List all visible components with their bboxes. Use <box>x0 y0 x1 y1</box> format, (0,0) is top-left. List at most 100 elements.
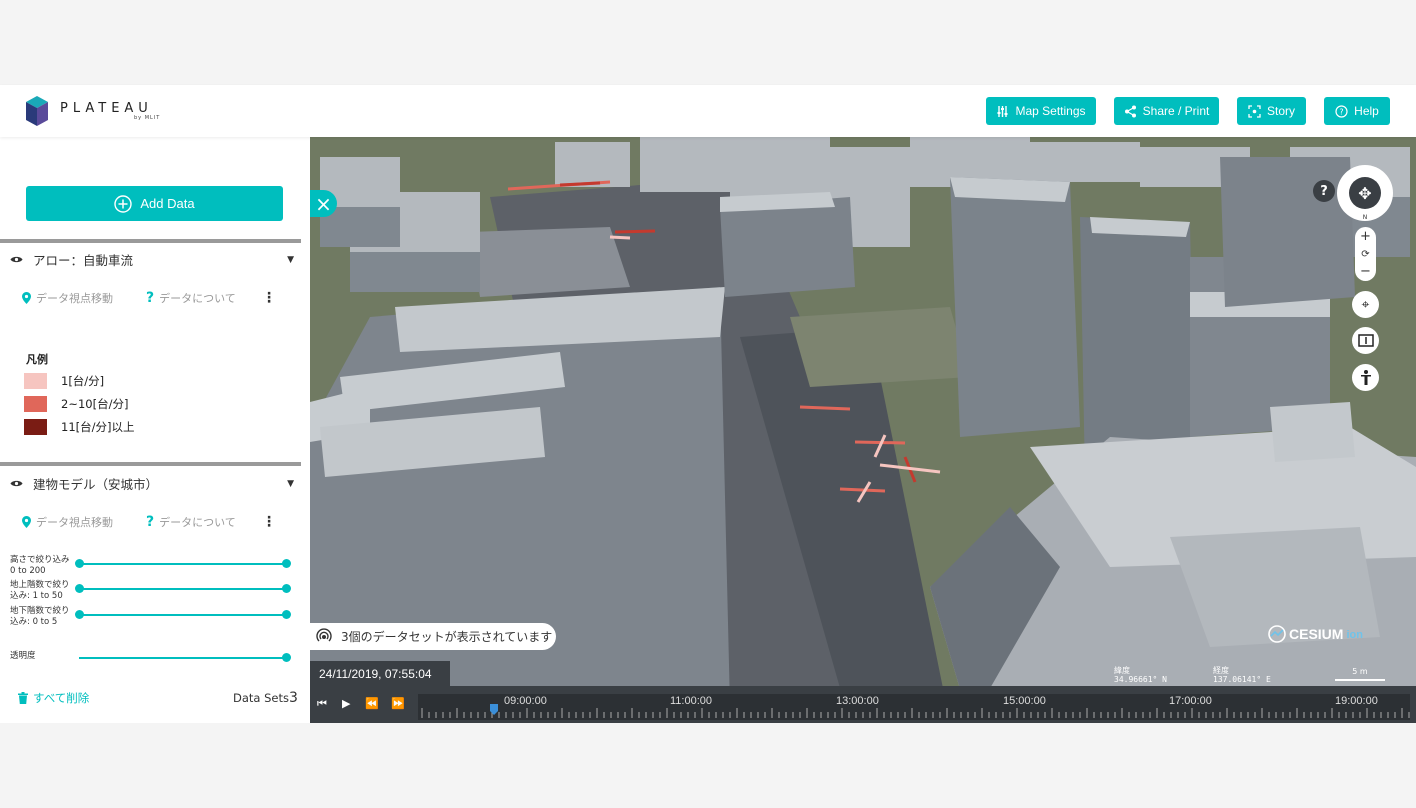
floors-above-filter-slider[interactable]: 地上階数で絞り 込み: 1 to 50 <box>10 580 295 602</box>
move-to-data-view-button[interactable]: データ視点移動 <box>22 514 146 530</box>
compass-north-label: N <box>1362 214 1368 221</box>
legend-label: 2~10[台/分] <box>61 397 129 411</box>
layer-title: アロー：自動車流 <box>33 253 134 268</box>
floors-below-filter-slider[interactable]: 地下階数で絞り 込み: 0 to 5 <box>10 606 295 628</box>
slider-track[interactable] <box>75 584 291 593</box>
about-label: データについて <box>159 516 236 529</box>
map-settings-label: Map Settings <box>1015 104 1086 118</box>
legend-swatch <box>24 419 47 435</box>
opacity-slider[interactable]: 透明度 <box>10 651 295 662</box>
datasets-count: Data Sets3 <box>233 690 298 706</box>
locate-me-button[interactable]: ⌖ <box>1352 291 1379 318</box>
help-question-glyph: ? <box>1320 183 1328 199</box>
move-arrows-icon: ✥ <box>1349 177 1381 209</box>
crosshair-icon: ⌖ <box>1361 296 1370 313</box>
legend-title: 凡例 <box>26 353 48 366</box>
navigation-help-button[interactable]: ? <box>1313 180 1335 202</box>
close-panel-button[interactable]: × <box>310 190 337 217</box>
caret-down-icon[interactable]: ▼ <box>287 255 294 265</box>
plateau-cube-icon <box>26 96 48 126</box>
about-data-button[interactable]: ? データについて <box>146 290 236 306</box>
layer-actions: データ視点移動 ? データについて ⋮ <box>22 290 282 306</box>
section-divider <box>0 462 301 466</box>
slider-range: 0 to 200 <box>10 566 46 576</box>
slider-min-handle[interactable] <box>75 559 84 568</box>
help-circle-icon: ? <box>1335 104 1348 118</box>
datasets-label: Data Sets <box>233 691 289 705</box>
section-divider <box>0 239 301 243</box>
play-icon[interactable]: ▶ <box>342 697 350 710</box>
about-data-button[interactable]: ? データについて <box>146 514 236 530</box>
fast-forward-icon[interactable]: ⏩ <box>391 697 405 710</box>
share-icon <box>1124 105 1136 117</box>
map-settings-button[interactable]: Map Settings <box>986 97 1096 125</box>
timeline-bar: ⏮ ▶ ⏪ ⏩ 09:00:00 11:00:00 13:00:00 15:00… <box>310 686 1416 723</box>
pedestrian-mode-button[interactable] <box>1352 364 1379 391</box>
plateau-logo[interactable]: PLATEAU by MLIT <box>26 96 160 126</box>
more-vert-icon[interactable]: ⋮ <box>262 514 276 530</box>
lat-label: 緯度 <box>1114 666 1130 675</box>
sidebar: Add Data アロー：自動車流 ▼ データ視点移動 ? データについて ⋮ … <box>0 137 310 723</box>
add-data-label: Add Data <box>140 196 195 211</box>
about-label: データについて <box>159 292 236 305</box>
zoom-in-button[interactable]: + <box>1360 229 1371 244</box>
zoom-out-button[interactable]: − <box>1360 264 1371 279</box>
delete-all-button[interactable]: すべて削除 <box>18 690 89 706</box>
slider-handle[interactable] <box>282 653 291 662</box>
add-data-button[interactable]: Add Data <box>26 186 283 221</box>
move-to-data-view-button[interactable]: データ視点移動 <box>22 290 146 306</box>
lat-value: 34.96661° N <box>1114 675 1167 684</box>
cesium-ion-text: ion <box>1346 629 1363 641</box>
scale-bar: 5 m <box>1335 667 1385 681</box>
move-view-label: データ視点移動 <box>36 516 113 529</box>
timeline-ticks <box>421 708 1410 718</box>
signal-icon <box>316 627 332 641</box>
header: PLATEAU by MLIT Map Settings Share / Pri… <box>0 85 1416 137</box>
question-icon: ? <box>146 514 155 530</box>
timeline-label: 19:00:00 <box>1335 695 1378 707</box>
story-button[interactable]: Story <box>1237 97 1306 125</box>
dataset-status-pill: 3個のデータセットが表示されています <box>310 623 556 650</box>
height-filter-slider[interactable]: 高さで絞り込み 0 to 200 <box>10 555 295 577</box>
share-print-button[interactable]: Share / Print <box>1114 97 1219 125</box>
slider-max-handle[interactable] <box>282 610 291 619</box>
compass-control[interactable]: ✥ N <box>1337 165 1393 221</box>
slider-track[interactable] <box>79 653 291 662</box>
slider-min-handle[interactable] <box>75 584 84 593</box>
map-pin-icon <box>22 292 31 304</box>
layer-header-arrows[interactable]: アロー：自動車流 ▼ <box>10 250 294 269</box>
story-frame-icon <box>1248 104 1261 118</box>
legend-item: 1[台/分] <box>24 373 104 389</box>
timeline-track[interactable]: 09:00:00 11:00:00 13:00:00 15:00:00 17:0… <box>418 694 1410 720</box>
eye-icon[interactable] <box>10 479 23 488</box>
story-label: Story <box>1266 104 1295 118</box>
delete-all-label: すべて削除 <box>33 691 90 705</box>
svg-text:?: ? <box>1340 107 1344 116</box>
split-screen-button[interactable] <box>1352 327 1379 354</box>
logo-sub: by MLIT <box>134 115 161 121</box>
timeline-label: 13:00:00 <box>836 695 879 707</box>
slider-track[interactable] <box>75 610 291 619</box>
eye-icon[interactable] <box>10 255 23 264</box>
skip-back-icon[interactable]: ⏮ <box>317 697 327 711</box>
slider-min-handle[interactable] <box>75 610 84 619</box>
legend-swatch <box>24 396 47 412</box>
app-frame: PLATEAU by MLIT Map Settings Share / Pri… <box>0 85 1416 723</box>
map-viewport[interactable]: × ? ✥ N + ⟳ − ⌖ 3個のデータセットが表示されています 24/11… <box>310 137 1416 723</box>
slider-max-handle[interactable] <box>282 559 291 568</box>
layer-header-buildings[interactable]: 建物モデル（安城市） ▼ <box>10 474 294 493</box>
close-icon: × <box>315 191 332 216</box>
zoom-control: + ⟳ − <box>1355 227 1376 281</box>
lon-value: 137.06141° E <box>1213 675 1271 684</box>
reset-view-icon[interactable]: ⟳ <box>1361 249 1369 260</box>
slider-range: 込み: 0 to 5 <box>10 617 58 627</box>
slider-max-handle[interactable] <box>282 584 291 593</box>
timeline-marker-icon[interactable] <box>490 704 498 715</box>
caret-down-icon[interactable]: ▼ <box>287 479 294 489</box>
logo-word: PLATEAU <box>60 101 153 116</box>
cesium-attribution[interactable]: CESIUM ion <box>1268 625 1363 643</box>
more-vert-icon[interactable]: ⋮ <box>262 290 276 306</box>
rewind-icon[interactable]: ⏪ <box>365 697 379 710</box>
slider-track[interactable] <box>75 559 291 568</box>
help-button[interactable]: ? Help <box>1324 97 1390 125</box>
